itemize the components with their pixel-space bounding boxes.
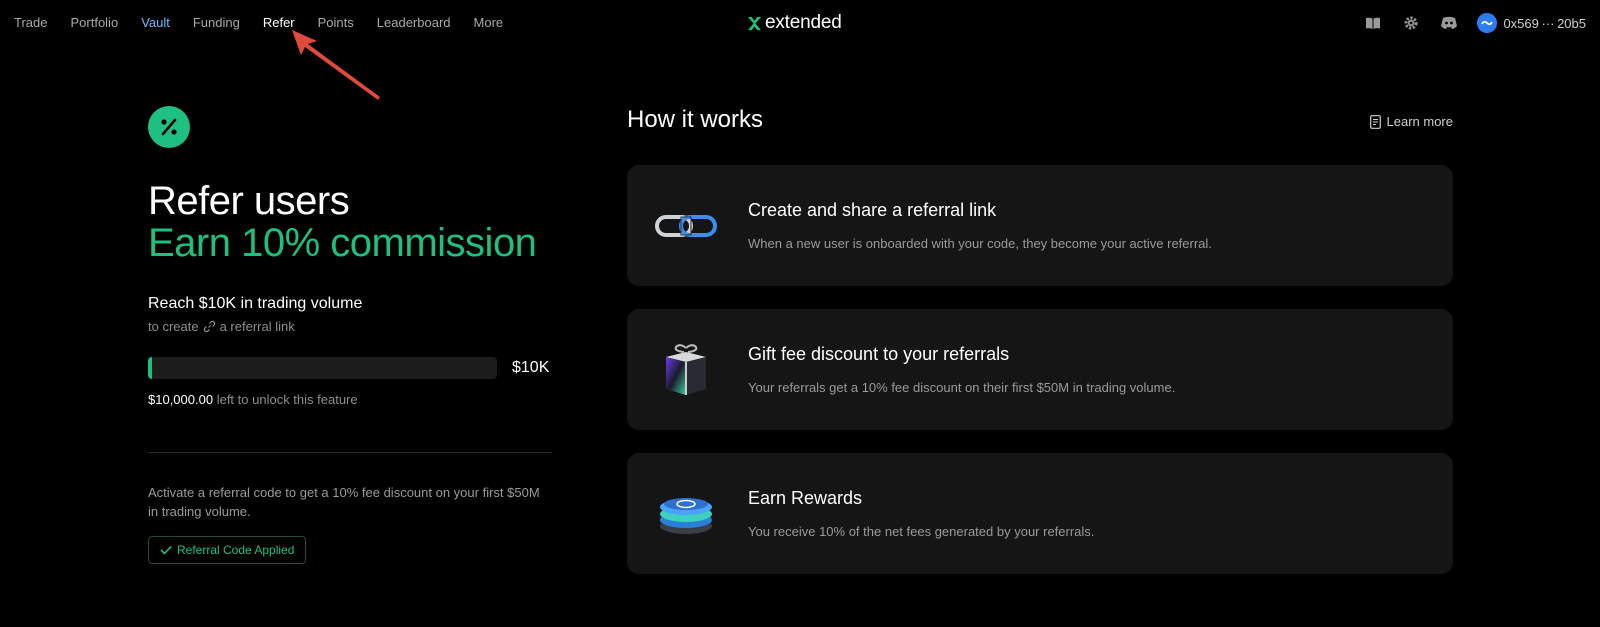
how-card: Earn Rewards You receive 10% of the net … <box>627 453 1453 574</box>
link-icon <box>203 320 216 333</box>
remaining-label: left to unlock this feature <box>216 392 358 407</box>
activate-description: Activate a referral code to get a 10% fe… <box>148 485 540 519</box>
learn-more-link[interactable]: Learn more <box>1369 114 1453 129</box>
how-card: Gift fee discount to your referrals Your… <box>627 309 1453 430</box>
card-description: When a new user is onboarded with your c… <box>748 236 1212 251</box>
annotation-arrow <box>292 30 380 100</box>
headline-line-2: Earn 10% commission <box>148 221 537 265</box>
nav-leaderboard[interactable]: Leaderboard <box>377 15 451 31</box>
volume-progress-fill <box>148 357 153 379</box>
progress-target: $10K <box>512 359 550 376</box>
referral-code-applied-badge[interactable]: Referral Code Applied <box>148 536 307 564</box>
card-title: Create and share a referral link <box>748 200 997 220</box>
nav-more[interactable]: More <box>474 15 504 31</box>
gift-box-icon <box>655 341 717 399</box>
check-icon <box>160 545 172 555</box>
applied-label: Referral Code Applied <box>177 543 295 557</box>
reach-subtitle: to create a referral link <box>148 319 552 334</box>
sub-prefix: to create <box>148 319 199 334</box>
gear-icon[interactable] <box>1401 13 1421 33</box>
percent-icon <box>148 106 190 148</box>
how-card: Create and share a referral link When a … <box>627 165 1453 286</box>
nav-portfolio[interactable]: Portfolio <box>70 15 118 31</box>
discord-icon[interactable] <box>1439 13 1459 33</box>
refer-panel: Refer users Earn 10% commission Reach $1… <box>148 106 552 564</box>
wallet-address: 0x569 ··· 20b5 <box>1503 15 1586 31</box>
main-nav: Trade Portfolio Vault Funding Refer Poin… <box>14 15 526 31</box>
divider <box>148 452 552 453</box>
nav-trade[interactable]: Trade <box>14 15 47 31</box>
volume-progress-bar <box>148 357 497 379</box>
coin-stack-icon <box>655 485 717 543</box>
remaining-text: $10,000.00 left to unlock this feature <box>148 392 552 407</box>
how-it-works-panel: How it works Learn more Create and share… <box>627 106 1453 574</box>
reach-title: Reach $10K in trading volume <box>148 295 363 312</box>
nav-funding[interactable]: Funding <box>193 15 240 31</box>
card-title: Gift fee discount to your referrals <box>748 344 1010 364</box>
document-icon <box>1369 114 1381 129</box>
extended-logo-icon <box>747 16 762 30</box>
sub-suffix: a referral link <box>219 319 295 334</box>
page-title: Refer users Earn 10% commission <box>148 180 552 264</box>
card-title: Earn Rewards <box>748 488 863 508</box>
card-description: You receive 10% of the net fees generate… <box>748 524 1095 539</box>
volume-progress-row: $10K <box>148 357 552 379</box>
top-navigation-bar: Trade Portfolio Vault Funding Refer Poin… <box>0 0 1600 100</box>
chain-link-icon <box>655 197 717 255</box>
brand-name: extended <box>765 12 842 33</box>
header-actions: 0x569 ··· 20b5 <box>1345 13 1586 33</box>
wallet-avatar-icon <box>1477 13 1498 33</box>
card-description: Your referrals get a 10% fee discount on… <box>748 380 1176 395</box>
nav-vault[interactable]: Vault <box>141 15 170 31</box>
wallet-button[interactable]: 0x569 ··· 20b5 <box>1477 13 1586 33</box>
brand-logo[interactable]: extended <box>747 12 842 34</box>
how-it-works-title: How it works <box>627 106 764 133</box>
headline-line-1: Refer users <box>148 179 350 223</box>
learn-more-label: Learn more <box>1386 114 1453 129</box>
remaining-amount: $10,000.00 <box>148 392 214 407</box>
book-icon[interactable] <box>1363 13 1383 33</box>
